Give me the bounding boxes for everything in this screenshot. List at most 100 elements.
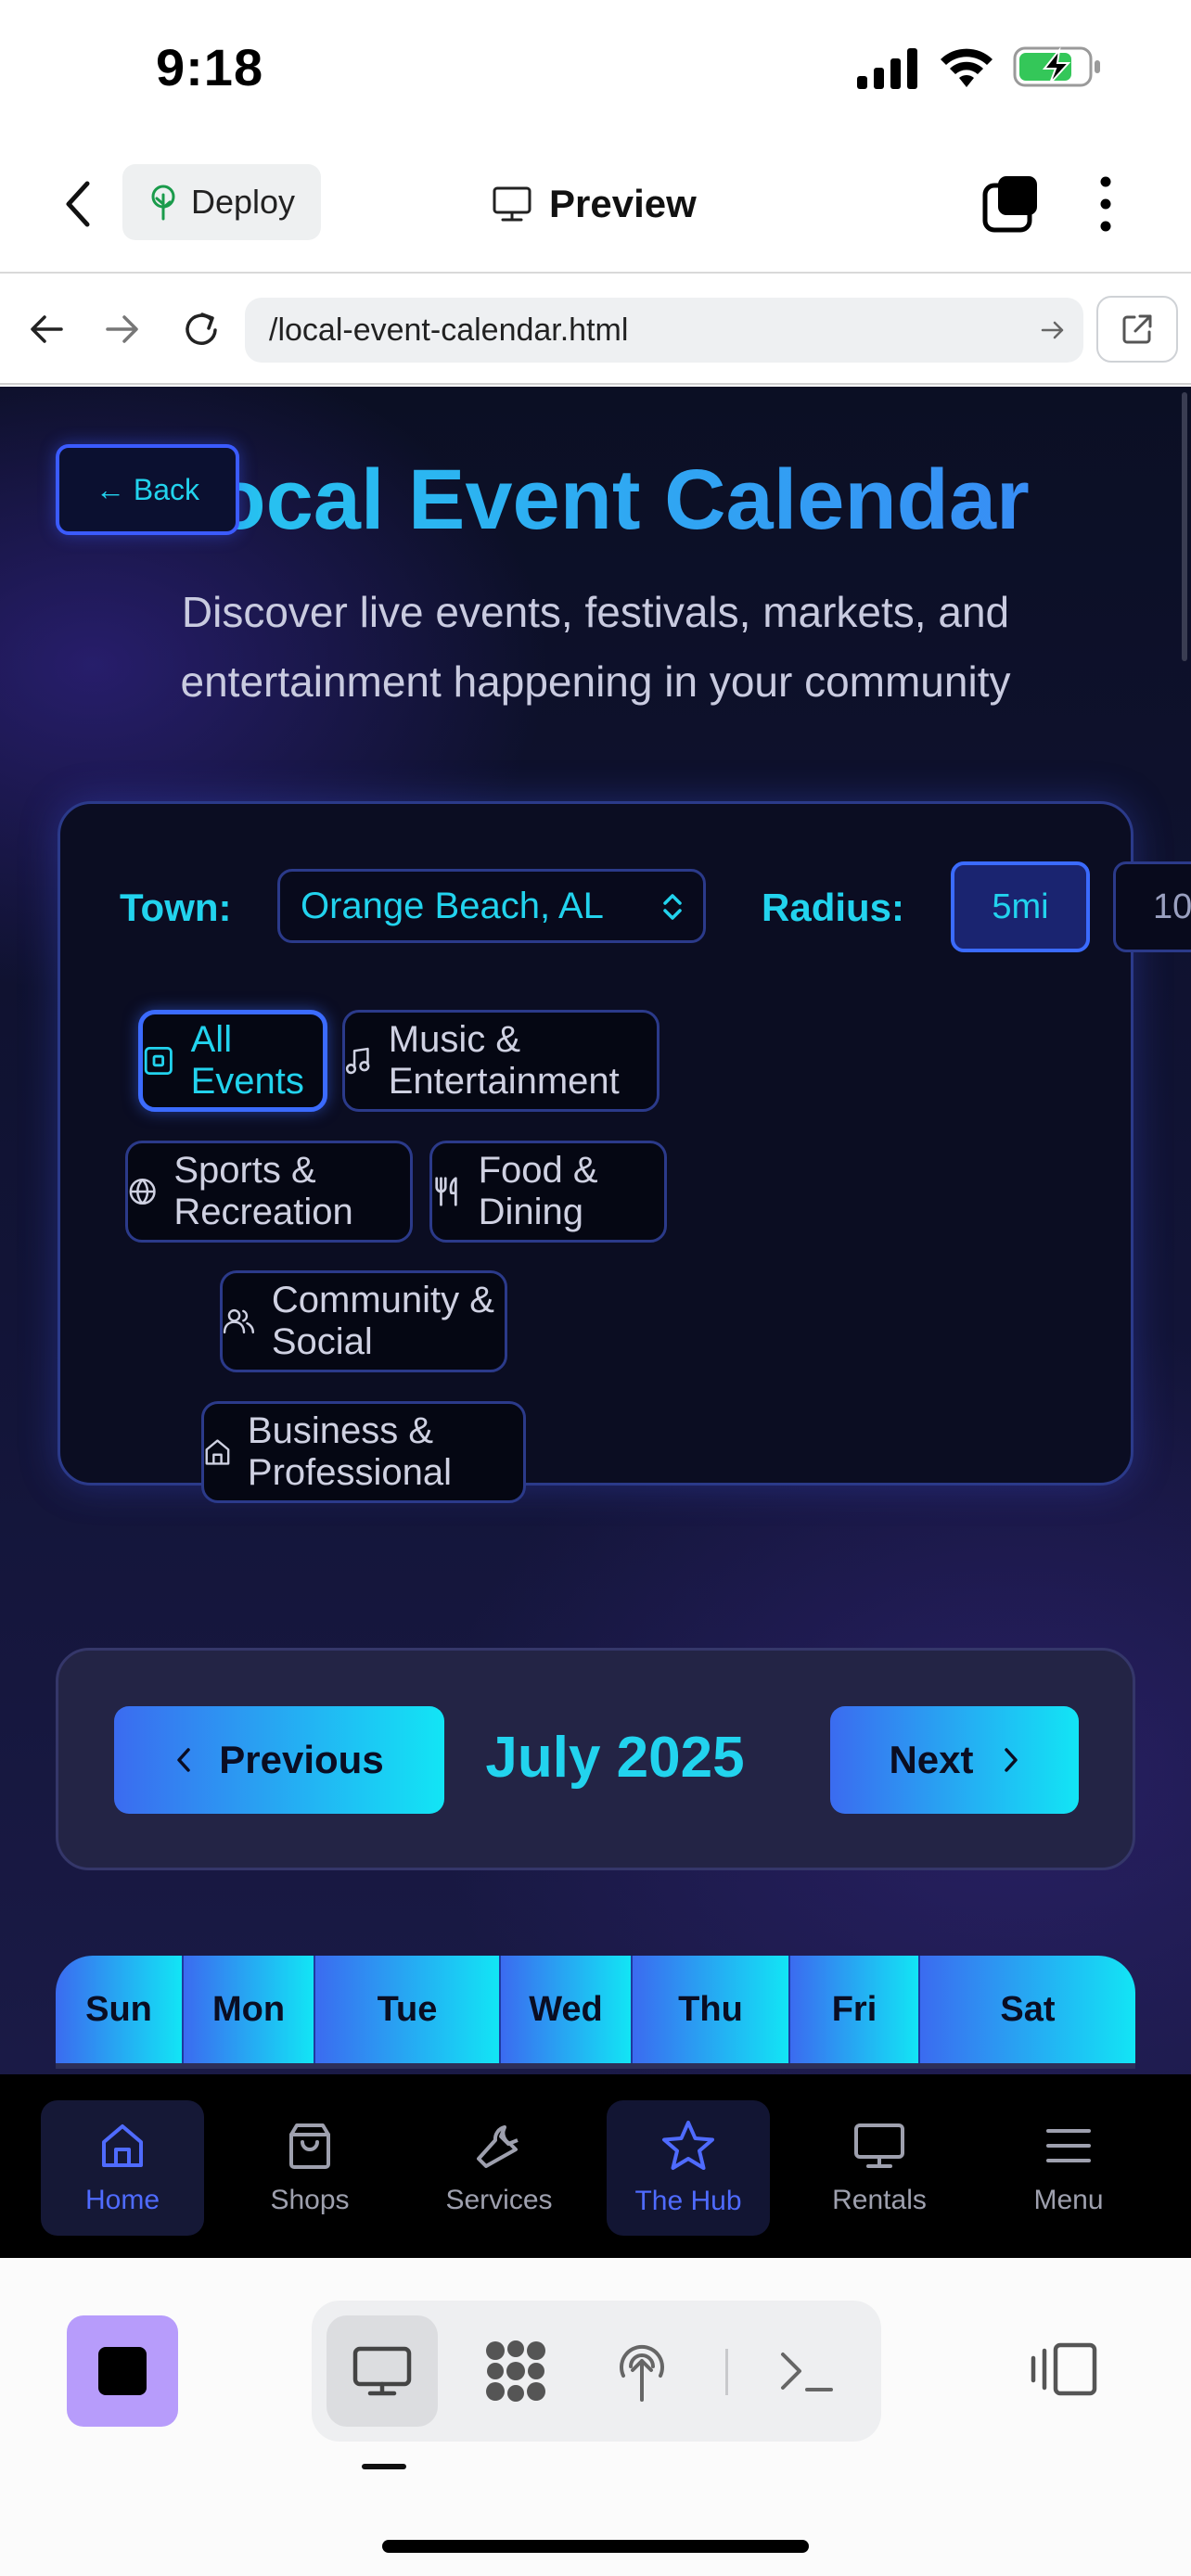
url-field[interactable]: /local-event-calendar.html (245, 298, 1083, 363)
next-month-button[interactable]: Next (830, 1706, 1079, 1814)
monitor-icon (854, 2123, 904, 2168)
nav-home[interactable]: Home (41, 2100, 204, 2236)
filters-panel: Town: Orange Beach, AL Radius: 5mi 10 Al… (58, 801, 1191, 1503)
weekday-tue: Tue (315, 1956, 501, 2063)
app-header: Deploy Preview (0, 139, 1191, 274)
weekday-mon: Mon (184, 1956, 315, 2063)
tree-upload-icon (620, 2344, 664, 2402)
chevron-right-icon (1004, 1748, 1018, 1772)
deploy-view-button[interactable] (586, 2315, 698, 2427)
category-label: All Events (190, 1019, 304, 1102)
cellular-signal-icon (857, 48, 917, 89)
nav-label: Rentals (832, 2185, 927, 2215)
open-external-button[interactable] (1096, 296, 1178, 363)
nav-label: Services (445, 2185, 553, 2215)
weekday-fri: Fri (790, 1956, 920, 2063)
category-business[interactable]: Business & Professional (201, 1401, 526, 1503)
weekday-thu: Thu (633, 1956, 790, 2063)
previous-month-button[interactable]: Previous (114, 1706, 444, 1814)
terminal-icon (781, 2353, 833, 2391)
browser-forward-icon[interactable] (102, 309, 143, 350)
music-note-icon (345, 1047, 370, 1075)
url-text: /local-event-calendar.html (269, 312, 629, 348)
category-community[interactable]: Community & Social (220, 1270, 507, 1372)
nav-the-hub[interactable]: The Hub (607, 2100, 770, 2236)
chevron-left-icon (177, 1748, 191, 1772)
nav-label: Home (84, 2185, 160, 2215)
category-label: Sports & Recreation (173, 1150, 353, 1232)
nav-shops[interactable]: Shops (228, 2100, 391, 2236)
active-tab-indicator (362, 2464, 406, 2469)
category-label: Food & Dining (478, 1150, 598, 1232)
go-arrow-icon[interactable] (1039, 316, 1067, 344)
back-button-label: ← Back (95, 472, 200, 506)
category-all-events[interactable]: All Events (138, 1010, 327, 1112)
grid-blob-icon (486, 2340, 545, 2402)
category-label: Music & Entertainment (388, 1019, 620, 1102)
home-indicator (382, 2540, 809, 2553)
weekday-wed: Wed (501, 1956, 633, 2063)
category-label: Community & Social (271, 1280, 494, 1362)
more-options-icon[interactable] (1095, 174, 1117, 234)
radius-option-5mi[interactable]: 5mi (951, 861, 1090, 952)
preview-title: Preview (492, 176, 697, 232)
app-bottom-toolbar (0, 2258, 1191, 2576)
utensils-icon (435, 1177, 457, 1206)
deploy-button[interactable]: Deploy (122, 164, 321, 240)
town-select[interactable]: Orange Beach, AL (277, 869, 706, 943)
nav-rentals[interactable]: Rentals (798, 2100, 961, 2236)
browser-url-bar: /local-event-calendar.html (0, 275, 1191, 385)
monitor-icon (352, 2346, 412, 2396)
wrench-icon (477, 2125, 519, 2168)
current-month: July 2025 (485, 1726, 745, 1790)
status-time: 9:18 (156, 38, 264, 96)
tree-icon (151, 185, 175, 221)
webpage-viewport: Local Event Calendar ← Back Discover liv… (0, 387, 1191, 2074)
components-view-button[interactable] (460, 2315, 571, 2427)
town-label: Town: (120, 886, 232, 929)
tabs-icon[interactable] (981, 174, 1043, 234)
view-mode-segmented-control (312, 2301, 881, 2442)
page-back-button[interactable]: ← Back (56, 444, 239, 535)
nav-menu[interactable]: Menu (987, 2100, 1150, 2236)
users-icon (223, 1308, 255, 1334)
battery-charging-icon (1013, 46, 1100, 87)
nav-label: Shops (270, 2185, 350, 2215)
nav-label: Menu (1033, 2185, 1104, 2215)
radius-label: Radius: (762, 886, 905, 929)
calendar-square-icon (144, 1046, 173, 1076)
monitor-icon (493, 186, 531, 222)
site-bottom-nav: Home Shops Services The Hub Rentals Menu (0, 2074, 1191, 2258)
radius-option-10[interactable]: 10 (1113, 861, 1191, 952)
terminal-view-button[interactable] (751, 2315, 863, 2427)
browser-back-icon[interactable] (26, 309, 67, 350)
reload-icon[interactable] (180, 309, 223, 351)
stop-square-icon (98, 2347, 147, 2395)
star-icon (662, 2121, 714, 2170)
previous-label: Previous (219, 1738, 384, 1781)
category-music[interactable]: Music & Entertainment (342, 1010, 660, 1112)
segment-divider (725, 2349, 728, 2395)
next-label: Next (889, 1738, 974, 1781)
preview-label: Preview (549, 182, 697, 225)
nav-services[interactable]: Services (417, 2100, 581, 2236)
weekday-sun: Sun (56, 1956, 184, 2063)
category-sports[interactable]: Sports & Recreation (125, 1141, 413, 1243)
desktop-view-button[interactable] (327, 2315, 438, 2427)
back-chevron-icon[interactable] (56, 176, 102, 232)
shopping-bag-icon (289, 2123, 330, 2169)
page-subtitle: Discover live events, festivals, markets… (180, 588, 1011, 706)
external-link-icon (1122, 314, 1152, 344)
stop-button[interactable] (67, 2315, 178, 2427)
globe-icon (129, 1178, 156, 1205)
panel-toggle-icon[interactable] (1028, 2340, 1102, 2399)
deploy-label: Deploy (190, 183, 296, 221)
weekday-sat: Sat (920, 1956, 1135, 2063)
hamburger-icon (1046, 2129, 1091, 2162)
status-bar: 9:18 (0, 0, 1191, 139)
town-value: Orange Beach, AL (301, 885, 604, 926)
category-food[interactable]: Food & Dining (429, 1141, 667, 1243)
wifi-icon (941, 48, 992, 87)
building-icon (205, 1439, 230, 1465)
category-label: Business & Professional (247, 1410, 453, 1493)
